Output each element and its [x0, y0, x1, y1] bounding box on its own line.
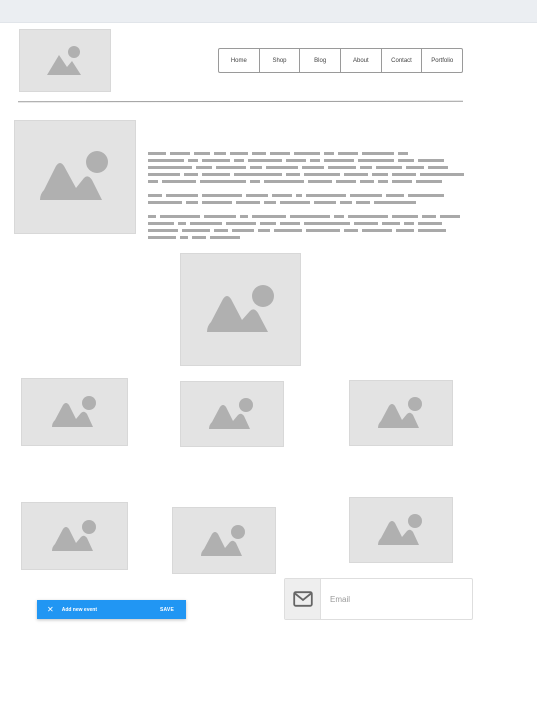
gallery-image — [349, 380, 453, 446]
feature-image — [180, 253, 301, 366]
nav-contact[interactable]: Contact — [382, 49, 423, 72]
image-placeholder-icon — [378, 397, 422, 428]
gallery-image — [349, 497, 453, 563]
gallery-image — [172, 507, 276, 574]
image-placeholder-icon — [201, 524, 245, 556]
nav-shop[interactable]: Shop — [260, 49, 301, 72]
save-button[interactable]: SAVE — [160, 607, 174, 613]
logo-image — [19, 29, 111, 92]
gallery-image — [21, 502, 128, 570]
snackbar-text: Add new event — [61, 606, 97, 613]
image-placeholder-icon — [40, 151, 108, 200]
event-snackbar: ✕ Add new event SAVE — [37, 600, 186, 619]
image-placeholder-icon — [51, 520, 96, 551]
main-navigation: Home Shop Blog About Contact Portfolio — [218, 48, 463, 73]
email-input-group — [284, 578, 473, 620]
nav-blog[interactable]: Blog — [300, 49, 342, 72]
image-placeholder-icon — [51, 396, 96, 427]
image-placeholder-icon — [378, 514, 422, 545]
gallery-image — [180, 381, 284, 447]
image-placeholder-icon — [206, 284, 274, 332]
nav-about[interactable]: About — [341, 49, 382, 72]
header-divider — [17, 100, 464, 103]
email-field[interactable] — [321, 579, 472, 619]
mail-icon — [292, 591, 313, 607]
image-placeholder-icon — [209, 398, 253, 429]
email-addon — [285, 579, 321, 619]
image-placeholder-icon — [47, 45, 81, 75]
hero-image — [14, 120, 136, 234]
close-icon[interactable]: ✕ — [47, 605, 54, 614]
nav-portfolio[interactable]: Portfolio — [422, 49, 462, 72]
nav-home[interactable]: Home — [219, 49, 260, 72]
browser-top-bar — [0, 0, 537, 23]
gallery-image — [21, 378, 128, 446]
lorem-text-block — [148, 152, 470, 243]
